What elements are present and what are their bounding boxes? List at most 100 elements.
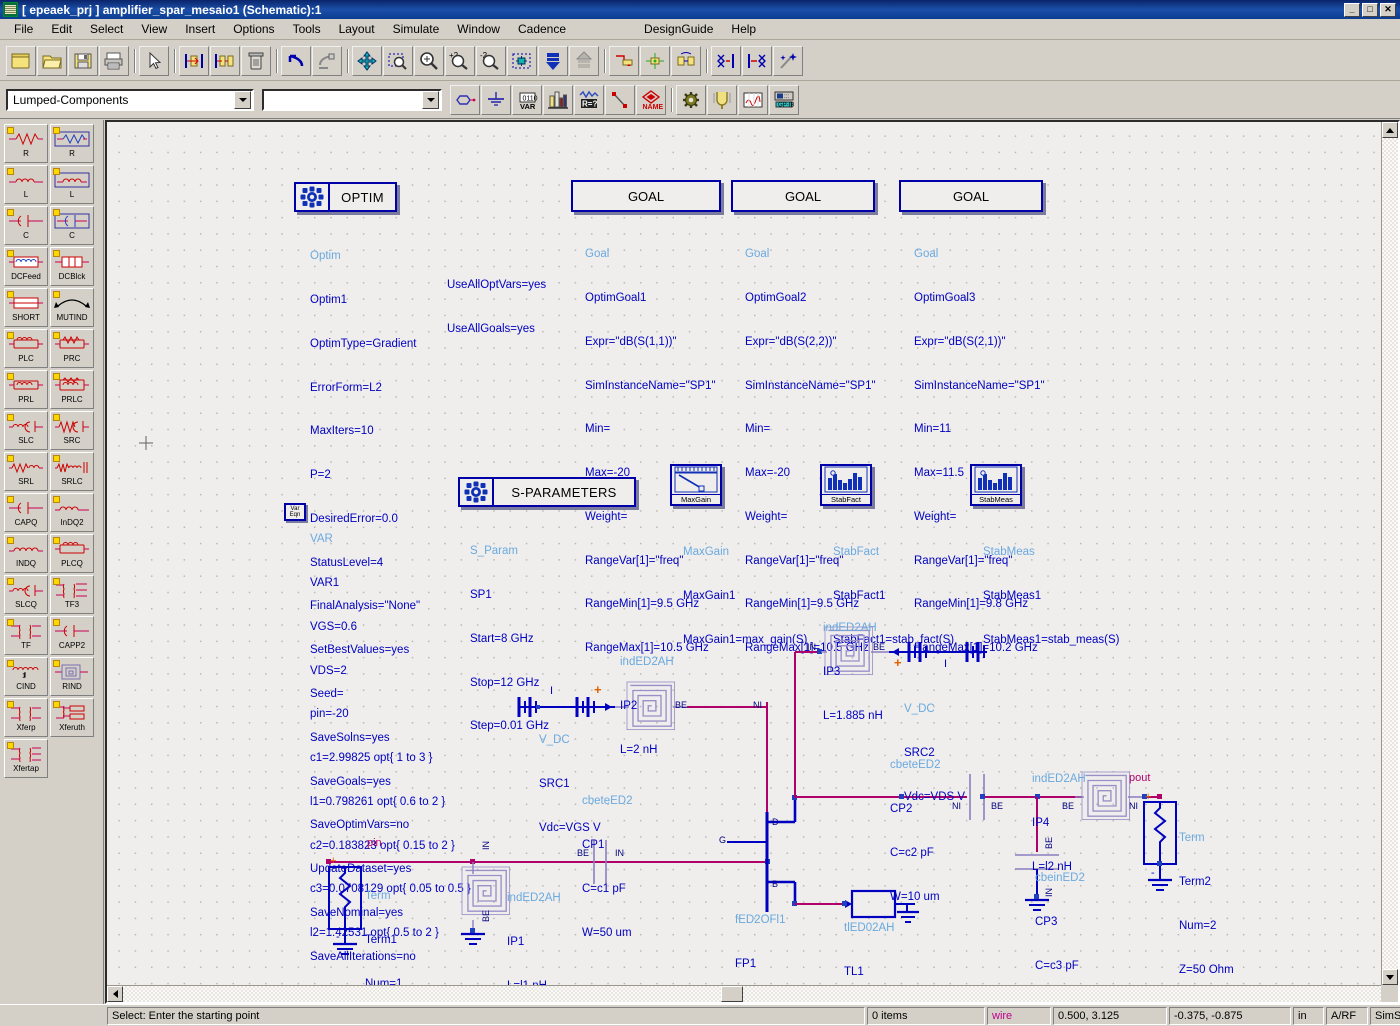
minimize-button[interactable]: _ bbox=[1344, 2, 1360, 17]
palette-item-capp2-25[interactable]: CAPP2 bbox=[50, 616, 94, 655]
optim-gear-icon[interactable] bbox=[676, 85, 706, 115]
palette-item-tf-24[interactable]: TF bbox=[4, 616, 48, 655]
palette-item-srlc-17[interactable]: SRLC bbox=[50, 452, 94, 491]
simulate-icon[interactable] bbox=[538, 45, 568, 76]
data-items-icon[interactable] bbox=[543, 85, 573, 115]
zoom-out-icon[interactable]: -2 bbox=[476, 45, 506, 76]
palette-item-prl-12[interactable]: PRL bbox=[4, 370, 48, 409]
comp-header: indED2AH bbox=[823, 622, 877, 635]
palette-item-dcblck-7[interactable]: DCBlck bbox=[50, 247, 94, 286]
palette-item-slc-14[interactable]: SLC bbox=[4, 411, 48, 450]
delete-trash-icon[interactable] bbox=[241, 45, 271, 76]
menu-help[interactable]: Help bbox=[722, 20, 765, 38]
palette-item-prlc-13[interactable]: PRLC bbox=[50, 370, 94, 409]
port-icon[interactable] bbox=[671, 45, 701, 76]
save-icon[interactable] bbox=[68, 45, 98, 76]
schematic-canvas-area[interactable]: OPTIM Optim Optim1 OptimType=Gradient Er… bbox=[105, 120, 1400, 1004]
pan-icon[interactable] bbox=[352, 45, 382, 76]
name-diamond-icon[interactable]: NAME bbox=[636, 85, 666, 115]
instrument-icon[interactable]: ::: GP-IB bbox=[769, 85, 799, 115]
menu-tools[interactable]: Tools bbox=[284, 20, 330, 38]
ground-icon[interactable] bbox=[481, 85, 511, 115]
palette-item-indq2-19[interactable]: InDQ2 bbox=[50, 493, 94, 532]
palette-item-l-3[interactable]: L bbox=[50, 165, 94, 204]
open-folder-icon[interactable] bbox=[37, 45, 67, 76]
wire-label-icon[interactable] bbox=[640, 45, 670, 76]
var-eqn-icon[interactable]: 0110 VAR bbox=[512, 85, 542, 115]
palette-item-indq-20[interactable]: INDQ bbox=[4, 534, 48, 573]
menu-cadence[interactable]: Cadence bbox=[509, 20, 575, 38]
palette-item-dcfeed-6[interactable]: DCFeed bbox=[4, 247, 48, 286]
schematic-canvas[interactable]: OPTIM Optim Optim1 OptimType=Gradient Er… bbox=[107, 122, 1381, 985]
palette-item-tf3-23[interactable]: TF3 bbox=[50, 575, 94, 614]
palette-item-plcq-21[interactable]: PLCQ bbox=[50, 534, 94, 573]
status-coord1: 0.500, 3.125 bbox=[1053, 1006, 1167, 1025]
palette-item-xferp-28[interactable]: Xferp bbox=[4, 698, 48, 737]
palette-item-label: CAPP2 bbox=[58, 641, 86, 650]
pop-out-hierarchy-icon[interactable] bbox=[210, 45, 240, 76]
palette-item-slcq-22[interactable]: SLCQ bbox=[4, 575, 48, 614]
palette-item-r-0[interactable]: R bbox=[4, 124, 48, 163]
zoom-icon[interactable] bbox=[414, 45, 444, 76]
palette-item-xferuth-29[interactable]: Xferuth bbox=[50, 698, 94, 737]
arrow-select-icon[interactable] bbox=[139, 45, 169, 76]
palette-item-src-15[interactable]: SRC bbox=[50, 411, 94, 450]
palette-item-c-5[interactable]: C bbox=[50, 206, 94, 245]
wand-icon[interactable] bbox=[773, 45, 803, 76]
circuit-drawing[interactable]: + - I + + I + - bbox=[107, 122, 1365, 982]
palette-item-srl-16[interactable]: SRL bbox=[4, 452, 48, 491]
vertical-scrollbar[interactable] bbox=[1381, 122, 1398, 985]
component-combo[interactable] bbox=[262, 89, 442, 111]
palette-item-mutind-9[interactable]: MUTIND bbox=[50, 288, 94, 327]
zoom-area-icon[interactable] bbox=[383, 45, 413, 76]
palette-item-short-8[interactable]: SHORT bbox=[4, 288, 48, 327]
menu-edit[interactable]: Edit bbox=[42, 20, 81, 38]
menu-options[interactable]: Options bbox=[224, 20, 283, 38]
menu-layout[interactable]: Layout bbox=[330, 20, 384, 38]
menu-insert[interactable]: Insert bbox=[176, 20, 224, 38]
activate-icon[interactable] bbox=[742, 45, 772, 76]
menu-simulate[interactable]: Simulate bbox=[384, 20, 449, 38]
close-button[interactable]: ✕ bbox=[1380, 2, 1396, 17]
palette-item-r-1[interactable]: R bbox=[50, 124, 94, 163]
deactivate-icon[interactable] bbox=[711, 45, 741, 76]
view-all-icon[interactable] bbox=[507, 45, 537, 76]
menu-designguide[interactable]: DesignGuide bbox=[635, 20, 722, 38]
horizontal-scrollbar[interactable] bbox=[107, 985, 1381, 1002]
palette-item-plc-10[interactable]: PLC bbox=[4, 329, 48, 368]
meas-eqn-icon[interactable]: R=? bbox=[574, 85, 604, 115]
scroll-left-button[interactable] bbox=[107, 986, 123, 1002]
zoom-in-icon[interactable]: +2 bbox=[445, 45, 475, 76]
menu-file[interactable]: File bbox=[5, 20, 42, 38]
palette-item-capq-18[interactable]: CAPQ bbox=[4, 493, 48, 532]
maximize-button[interactable]: □ bbox=[1362, 2, 1378, 17]
tune-icon[interactable] bbox=[569, 45, 599, 76]
menu-select[interactable]: Select bbox=[81, 20, 132, 38]
new-icon[interactable] bbox=[6, 45, 36, 76]
scroll-up-button[interactable] bbox=[1382, 122, 1398, 138]
port-symbol-icon[interactable] bbox=[450, 85, 480, 115]
palette-item-l-2[interactable]: L bbox=[4, 165, 48, 204]
wire-line-icon[interactable] bbox=[605, 85, 635, 115]
chevron-down-icon[interactable] bbox=[234, 91, 251, 109]
palette-item-c-4[interactable]: C bbox=[4, 206, 48, 245]
palette-item-cind-26[interactable]: 1 CIND bbox=[4, 657, 48, 696]
comp-line: CP1 bbox=[582, 838, 605, 851]
palette-item-rind-27[interactable]: RIND bbox=[50, 657, 94, 696]
menu-view[interactable]: View bbox=[132, 20, 176, 38]
menu-window[interactable]: Window bbox=[448, 20, 509, 38]
undo-icon[interactable] bbox=[281, 45, 311, 76]
data-display-icon[interactable] bbox=[738, 85, 768, 115]
palette-item-xfertap-30[interactable]: Xfertap bbox=[4, 739, 48, 778]
palette-item-label: TF bbox=[21, 641, 31, 650]
palette-item-prc-11[interactable]: PRC bbox=[50, 329, 94, 368]
tuning-fork-icon[interactable] bbox=[707, 85, 737, 115]
library-combo[interactable]: Lumped-Components bbox=[6, 89, 254, 111]
redo-icon[interactable] bbox=[312, 45, 342, 76]
wire-icon[interactable] bbox=[609, 45, 639, 76]
chevron-down-icon[interactable] bbox=[422, 91, 439, 109]
scroll-down-button[interactable] bbox=[1382, 969, 1398, 985]
scroll-thumb[interactable] bbox=[721, 986, 743, 1002]
push-into-hierarchy-icon[interactable] bbox=[179, 45, 209, 76]
print-icon[interactable] bbox=[99, 45, 129, 76]
